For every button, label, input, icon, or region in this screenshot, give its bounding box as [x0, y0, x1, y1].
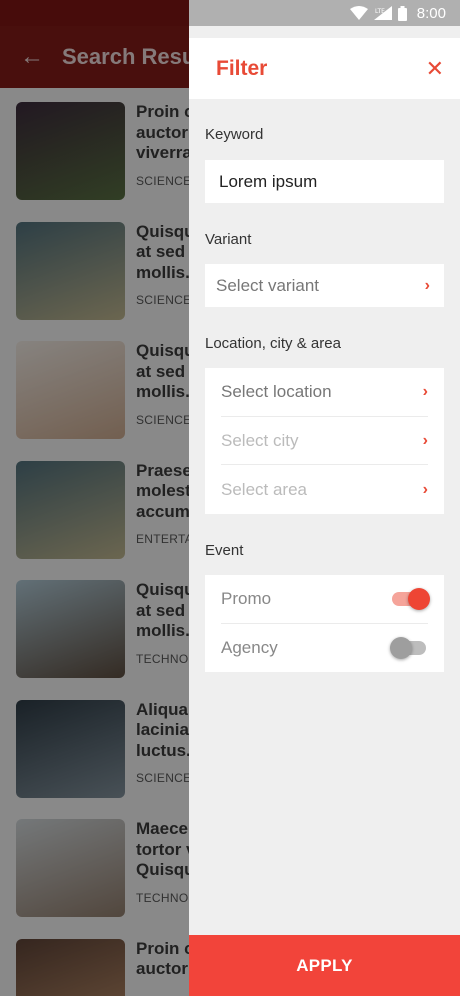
agency-toggle[interactable] [390, 636, 428, 660]
select-area-label: Select area [221, 479, 307, 499]
select-city-label: Select city [221, 430, 299, 450]
apply-button[interactable]: APPLY [189, 935, 460, 996]
promo-label: Promo [221, 588, 272, 608]
select-area-row[interactable]: Select area › [221, 465, 428, 514]
agency-row: Agency [221, 624, 428, 673]
variant-placeholder: Select variant [216, 275, 319, 295]
keyword-input[interactable]: Lorem ipsum [205, 160, 444, 203]
signal-icon: LTE [373, 6, 392, 20]
close-icon[interactable]: ✕ [426, 57, 444, 80]
wifi-icon [349, 6, 368, 20]
keyword-label: Keyword [205, 126, 264, 143]
filter-title: Filter [216, 56, 268, 80]
event-card: Promo Agency [205, 575, 444, 672]
location-label: Location, city & area [205, 335, 341, 352]
chevron-right-icon: › [424, 276, 430, 294]
variant-label: Variant [205, 231, 252, 248]
filter-header: Filter ✕ [189, 38, 460, 99]
select-city-row[interactable]: Select city › [221, 417, 428, 466]
promo-row: Promo [221, 575, 430, 624]
svg-text:LTE: LTE [375, 8, 385, 15]
location-card: Select location › Select city › Select a… [205, 368, 444, 514]
event-label: Event [205, 542, 244, 559]
chevron-right-icon: › [422, 382, 428, 400]
promo-toggle[interactable] [390, 587, 430, 611]
select-location-label: Select location [221, 381, 332, 401]
select-location-row[interactable]: Select location › [221, 368, 428, 417]
variant-select[interactable]: Select variant › [205, 264, 444, 307]
status-bar: LTE 8:00 [189, 0, 460, 26]
filter-drawer: LTE 8:00 Filter ✕ Keyword Lorem ipsum Va… [189, 0, 460, 996]
chevron-right-icon: › [422, 480, 428, 498]
agency-label: Agency [221, 637, 278, 657]
battery-icon [397, 5, 407, 21]
clock: 8:00 [416, 4, 446, 22]
chevron-right-icon: › [422, 431, 428, 449]
